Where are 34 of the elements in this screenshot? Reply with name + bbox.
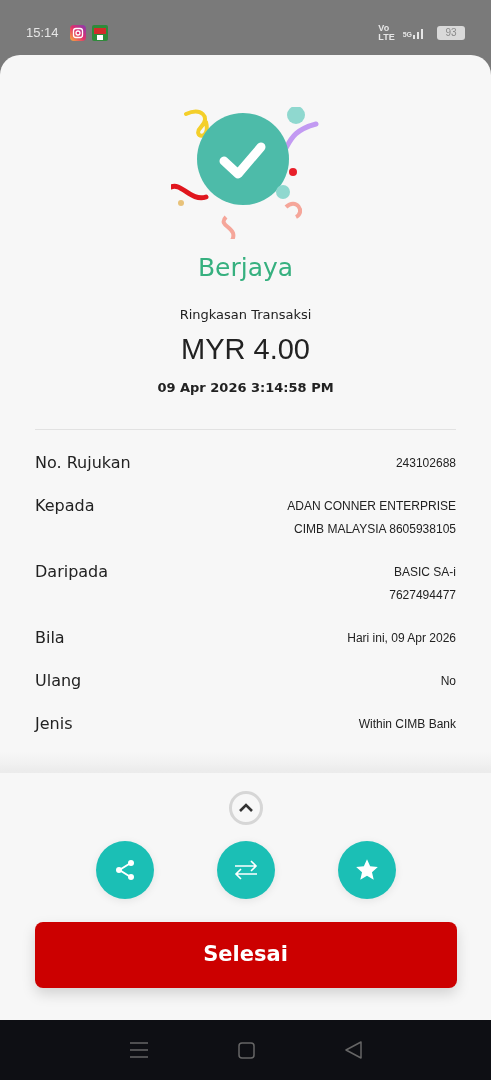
chevron-up-icon	[237, 803, 254, 813]
menu-icon[interactable]	[129, 1042, 148, 1058]
favourite-button[interactable]	[337, 841, 396, 899]
app-icon	[91, 24, 108, 41]
back-icon[interactable]	[344, 1041, 362, 1059]
detail-value: BASIC SA-i	[394, 564, 456, 581]
detail-label: No. Rujukan	[35, 452, 131, 474]
home-icon[interactable]	[237, 1041, 255, 1059]
share-button[interactable]	[95, 841, 154, 899]
transaction-datetime: 09 Apr 2026 3:14:58 PM	[157, 378, 334, 397]
volte-label: Vo LTE	[378, 23, 395, 42]
camera-app-icon	[69, 24, 86, 41]
detail-label: Jenis	[35, 713, 73, 735]
expand-button[interactable]	[228, 791, 263, 825]
status-title: Berjaya	[197, 252, 294, 284]
detail-value: Within CIMB Bank	[358, 716, 456, 733]
detail-label: Daripada	[35, 561, 109, 583]
done-button[interactable]: Selesai	[34, 922, 457, 988]
amount: MYR 4.00	[181, 332, 310, 367]
transfer-button[interactable]	[216, 841, 275, 899]
battery-indicator: 93	[437, 25, 465, 40]
summary-title: Ringkasan Transaksi	[179, 305, 312, 324]
clock-time: 15:14	[26, 23, 59, 42]
detail-value: 7627494477	[389, 587, 456, 604]
detail-value: No	[440, 673, 456, 690]
detail-value: CIMB MALAYSIA 8605938105	[294, 521, 456, 538]
detail-label: Bila	[35, 627, 65, 649]
detail-label: Kepada	[35, 495, 95, 517]
detail-value: Hari ini, 09 Apr 2026	[347, 630, 456, 647]
detail-value: 243102688	[395, 455, 456, 472]
swap-arrows-icon	[232, 858, 259, 882]
signal-icon	[413, 26, 425, 39]
detail-label: Ulang	[35, 670, 82, 692]
detail-value: ADAN CONNER ENTERPRISE	[287, 498, 456, 515]
